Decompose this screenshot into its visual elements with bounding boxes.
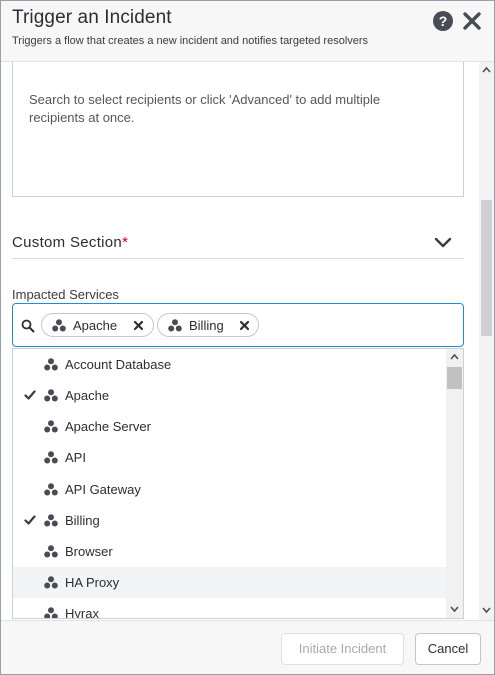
dropdown-scroll-thumb[interactable] xyxy=(447,367,462,389)
dropdown-scrollbar[interactable] xyxy=(446,349,463,618)
option-label: API xyxy=(65,450,86,465)
dropdown-option-browser[interactable]: Browser xyxy=(13,536,446,567)
section-divider xyxy=(12,258,464,259)
service-icon xyxy=(44,514,58,527)
checkmark-icon xyxy=(24,515,36,525)
option-label: Browser xyxy=(65,544,113,559)
dialog-footer: Initiate Incident Cancel xyxy=(1,620,494,674)
services-dropdown: Account Database Apache Apache Server AP… xyxy=(12,348,464,619)
checkmark-icon xyxy=(24,390,36,400)
dropdown-option-apache[interactable]: Apache xyxy=(13,380,446,411)
dialog-scroll-thumb[interactable] xyxy=(481,200,492,336)
remove-x-icon[interactable] xyxy=(133,320,144,331)
dialog-header: Trigger an Incident Triggers a flow that… xyxy=(1,1,494,62)
dropdown-option-billing[interactable]: Billing xyxy=(13,505,446,536)
custom-section-title[interactable]: Custom Section* xyxy=(12,234,128,251)
option-label: API Gateway xyxy=(65,482,141,497)
dropdown-option-hyrax[interactable]: Hyrax xyxy=(13,598,446,619)
dialog-title: Trigger an Incident xyxy=(12,7,172,28)
service-icon xyxy=(44,358,58,371)
impacted-services-input[interactable]: Apache Billing xyxy=(12,303,464,347)
dropdown-option-account-database[interactable]: Account Database xyxy=(13,349,446,380)
impacted-services-label: Impacted Services xyxy=(12,287,119,302)
service-icon xyxy=(52,319,66,332)
cancel-button[interactable]: Cancel xyxy=(415,633,481,665)
search-icon xyxy=(21,319,35,333)
scroll-up-arrow-icon[interactable] xyxy=(481,64,492,76)
option-label: Apache Server xyxy=(65,419,151,434)
dropdown-option-api[interactable]: API xyxy=(13,442,446,473)
scroll-down-arrow-icon[interactable] xyxy=(449,604,460,614)
recipients-area[interactable]: Search to select recipients or click 'Ad… xyxy=(12,62,464,197)
recipients-hint: Search to select recipients or click 'Ad… xyxy=(29,92,381,125)
close-icon[interactable] xyxy=(461,10,483,32)
chip-label: Billing xyxy=(189,318,224,333)
chip-billing[interactable]: Billing xyxy=(157,313,259,337)
dialog-scrollbar[interactable] xyxy=(479,62,494,620)
option-label: Apache xyxy=(65,388,110,403)
initiate-incident-button[interactable]: Initiate Incident xyxy=(281,633,404,665)
option-label: Hyrax xyxy=(65,606,99,619)
service-icon xyxy=(44,483,58,496)
chevron-down-icon[interactable] xyxy=(433,236,453,250)
custom-section-label: Custom Section xyxy=(12,234,123,251)
dropdown-option-ha-proxy[interactable]: HA Proxy xyxy=(13,567,446,598)
help-icon[interactable]: ? xyxy=(433,11,453,31)
service-icon xyxy=(44,451,58,464)
dropdown-option-apache-server[interactable]: Apache Server xyxy=(13,411,446,442)
required-marker: * xyxy=(122,234,129,251)
service-icon xyxy=(44,389,58,402)
service-icon xyxy=(44,607,58,618)
option-label: Billing xyxy=(65,513,100,528)
service-icon xyxy=(44,545,58,558)
scroll-up-arrow-icon[interactable] xyxy=(449,352,460,362)
remove-x-icon[interactable] xyxy=(239,320,250,331)
dialog-body: Search to select recipients or click 'Ad… xyxy=(1,62,494,620)
option-label: HA Proxy xyxy=(65,575,120,590)
service-icon xyxy=(44,576,58,589)
dropdown-option-api-gateway[interactable]: API Gateway xyxy=(13,474,446,505)
dialog-subtitle: Triggers a flow that creates a new incid… xyxy=(12,35,369,47)
scroll-down-arrow-icon[interactable] xyxy=(481,604,492,616)
chip-apache[interactable]: Apache xyxy=(41,313,154,337)
chip-label: Apache xyxy=(73,318,118,333)
service-icon xyxy=(168,319,182,332)
option-label: Account Database xyxy=(65,357,172,372)
trigger-incident-dialog: Trigger an Incident Triggers a flow that… xyxy=(0,0,495,675)
service-icon xyxy=(44,420,58,433)
